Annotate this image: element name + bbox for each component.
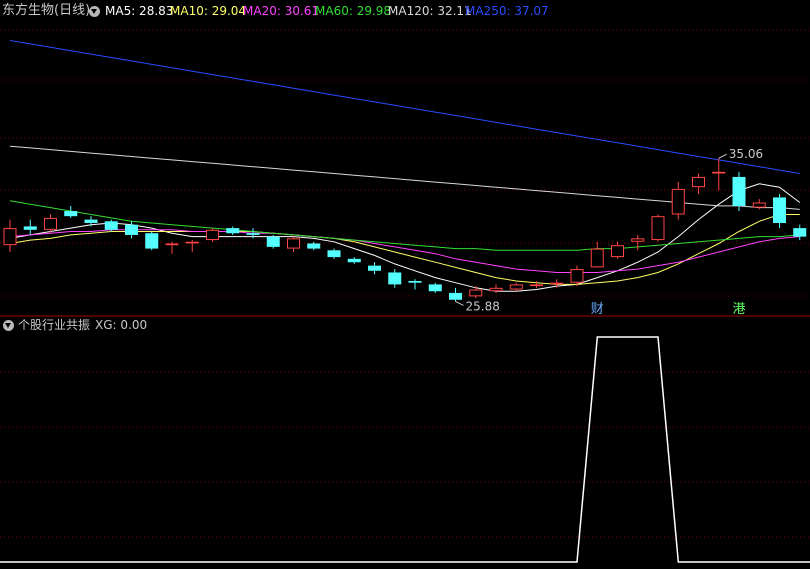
candle xyxy=(266,234,280,249)
candle-body xyxy=(327,250,341,258)
candle-body xyxy=(408,281,422,283)
candle-body xyxy=(44,217,57,230)
candle xyxy=(185,240,199,252)
candle xyxy=(165,241,179,254)
stock-title: 东方生物(日线) xyxy=(2,3,91,18)
candle-body xyxy=(489,287,503,292)
candle-body xyxy=(428,284,442,292)
ma-legend-item: MA250: 37.07 xyxy=(465,4,549,18)
candle xyxy=(671,182,685,220)
candle xyxy=(449,287,462,302)
candle-body xyxy=(732,176,746,206)
candle-body xyxy=(651,216,665,241)
candle-body xyxy=(449,292,462,300)
candle xyxy=(712,158,726,191)
candle-body xyxy=(185,241,199,244)
low-price-label: 25.88 xyxy=(466,299,500,313)
candle-body xyxy=(611,245,624,258)
high-price-label: 35.06 xyxy=(729,147,763,161)
candle-body xyxy=(104,221,118,230)
candle-body xyxy=(347,258,361,263)
candle xyxy=(793,224,807,241)
candle-body xyxy=(509,284,523,290)
low-pointer xyxy=(455,301,464,306)
candle xyxy=(347,257,361,264)
ma-line-ma20 xyxy=(9,229,800,273)
candle-body xyxy=(631,238,645,242)
candle xyxy=(64,205,78,218)
candle-body xyxy=(469,289,483,297)
indicator-title: 个股行业共振 xyxy=(18,318,91,332)
candle xyxy=(732,171,746,212)
candle-body xyxy=(3,228,17,246)
ma-legend-item: MA60: 29.98 xyxy=(315,4,392,18)
candle-body xyxy=(287,238,300,249)
candle xyxy=(651,214,665,242)
candle-body xyxy=(246,233,260,235)
candle-body xyxy=(368,265,381,271)
candle-body xyxy=(773,197,786,223)
xg-value: XG: 0.00 xyxy=(95,318,148,332)
candle xyxy=(590,241,604,268)
candle xyxy=(327,248,341,259)
candle xyxy=(631,234,645,251)
candle-body xyxy=(692,176,705,188)
candle xyxy=(307,241,321,251)
candle-body xyxy=(307,243,321,249)
candle xyxy=(206,228,219,242)
candle-body xyxy=(570,269,584,283)
ma-legend-item: MA5: 28.83 xyxy=(105,4,174,18)
kline-chart[interactable]: 35.06 25.88 财 港 xyxy=(0,0,810,569)
candle xyxy=(428,282,442,293)
candle-body xyxy=(388,272,402,285)
chevron-down-icon[interactable] xyxy=(89,6,100,17)
candle xyxy=(773,194,786,229)
candle xyxy=(3,219,17,252)
candle xyxy=(84,216,98,227)
candle-body xyxy=(226,228,240,234)
candle-body xyxy=(165,243,179,246)
candle-body xyxy=(530,284,543,287)
indicator-chevron-down-icon[interactable] xyxy=(3,320,14,331)
candle xyxy=(388,269,402,288)
candle xyxy=(104,219,118,232)
candle xyxy=(509,282,523,292)
candle-body xyxy=(145,233,159,249)
main-grid xyxy=(0,29,810,297)
candle-body xyxy=(712,171,726,174)
candle xyxy=(287,236,300,252)
candle-body xyxy=(84,219,98,223)
high-pointer xyxy=(718,153,727,159)
moving-average-lines xyxy=(9,40,801,292)
candle xyxy=(368,262,381,275)
candle xyxy=(611,241,624,259)
xg-indicator xyxy=(0,336,810,563)
ma-line-ma250 xyxy=(9,40,800,174)
candle xyxy=(23,219,37,235)
candle xyxy=(145,231,159,251)
ma-legend-item: MA10: 29.04 xyxy=(170,4,247,18)
candle-body xyxy=(671,188,685,215)
candle-body xyxy=(590,248,604,268)
candle-body xyxy=(752,202,766,208)
ma-legend-item: MA120: 32.11 xyxy=(388,4,472,18)
xg-line xyxy=(0,336,810,563)
candle xyxy=(408,279,422,290)
event-marker[interactable]: 财 xyxy=(591,302,604,317)
candle-body xyxy=(23,226,37,230)
indicator-grid xyxy=(0,371,810,538)
candle-body xyxy=(206,229,219,241)
ma-legend-item: MA20: 30.61 xyxy=(243,4,320,18)
candle-body xyxy=(793,228,807,237)
candle-body xyxy=(125,224,138,235)
candle-body xyxy=(64,211,78,217)
candle xyxy=(692,173,705,194)
candle xyxy=(226,226,240,235)
event-marker[interactable]: 港 xyxy=(732,302,745,317)
candle-body xyxy=(550,282,564,285)
candle xyxy=(469,286,483,299)
candle-body xyxy=(266,236,280,247)
